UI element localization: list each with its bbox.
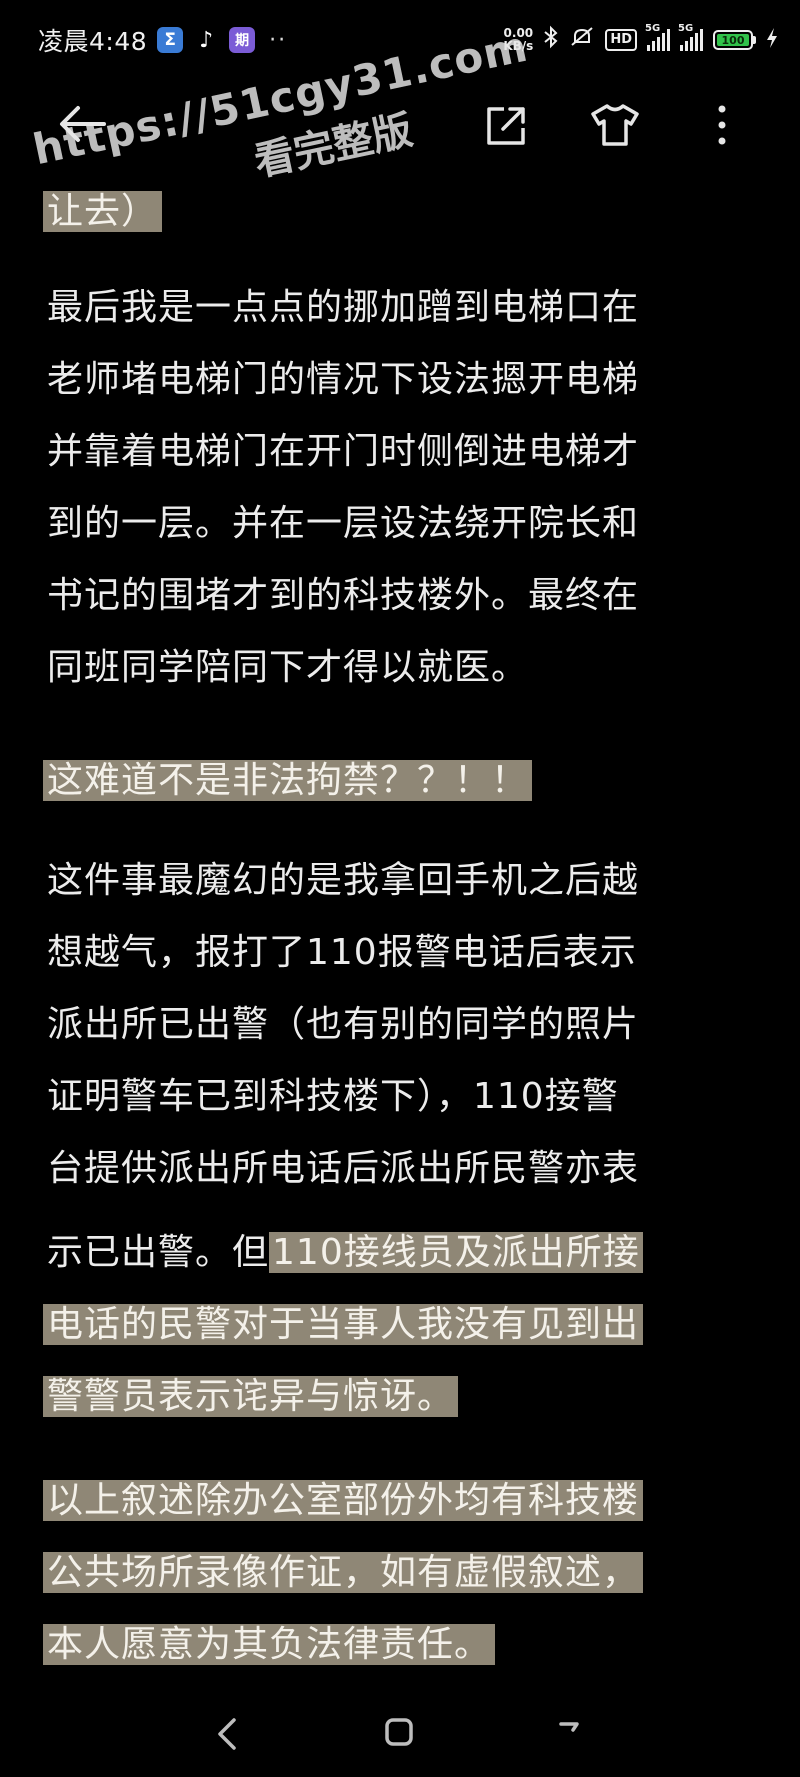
article-line: 并靠着电梯门在开门时侧倒进电梯才 <box>47 431 640 472</box>
article-line: 示已出警。但110接线员及派出所接 <box>47 1225 643 1281</box>
charging-icon <box>766 27 778 54</box>
article-line: 警警员表示诧异与惊讶。 <box>43 1369 459 1425</box>
nav-home-icon[interactable] <box>384 1716 414 1750</box>
plain-text: 示已出警。但 <box>47 1232 270 1273</box>
highlighted-text: 电话的民警对于当事人我没有见到出 <box>43 1304 644 1345</box>
article-line: 本人愿意为其负法律责任。 <box>43 1617 496 1673</box>
highlighted-text: 让去） <box>43 191 163 232</box>
article-line: 台提供派出所电话后派出所民警亦表 <box>47 1148 640 1189</box>
article-line: 同班同学陪同下才得以就医。 <box>47 647 529 688</box>
battery-icon: 100 <box>713 30 756 50</box>
bluetooth-icon <box>543 25 559 55</box>
tiktok-app-icon: ♪ <box>193 27 220 53</box>
back-arrow-icon[interactable] <box>58 102 108 146</box>
highlighted-text: 这难道不是非法拘禁？？！！ <box>43 760 533 801</box>
highlighted-text: 本人愿意为其负法律责任。 <box>43 1624 496 1665</box>
highlighted-text: 公共场所录像作证，如有虚假叙述， <box>43 1552 644 1593</box>
purple-app-icon: 期 <box>229 27 256 53</box>
article-line: 派出所已出警（也有别的同学的照片 <box>47 1004 640 1045</box>
article-line: 这难道不是非法拘禁？？！！ <box>43 753 533 809</box>
article-line: 以上叙述除办公室部份外均有科技楼 <box>43 1473 644 1529</box>
article-line: 这件事最魔幻的是我拿回手机之后越 <box>47 860 640 901</box>
status-bar: 凌晨4:48 Σ ♪ 期 ·· 0.00 KB/s HD 5G 5G 100 <box>0 0 800 80</box>
more-vertical-icon[interactable] <box>710 102 734 148</box>
signal-2-label: 5G <box>678 23 694 34</box>
signal-strength-icon-1: 5G <box>645 23 670 51</box>
sigma-app-icon: Σ <box>157 27 184 53</box>
article-line: 书记的围堵才到的科技楼外。最终在 <box>47 575 640 616</box>
article-line: 想越气，报打了110报警电话后表示 <box>47 932 637 973</box>
status-time: 凌晨4:48 <box>38 27 148 56</box>
article-line: 电话的民警对于当事人我没有见到出 <box>43 1297 644 1353</box>
app-toolbar <box>0 80 800 170</box>
article-line: 到的一层。并在一层设法绕开院长和 <box>47 503 640 544</box>
article-line: 让去） <box>43 184 163 240</box>
signal-1-label: 5G <box>645 23 661 34</box>
article-line: 公共场所录像作证，如有虚假叙述， <box>43 1545 644 1601</box>
highlighted-text: 警警员表示诧异与惊讶。 <box>43 1376 459 1417</box>
share-icon[interactable] <box>484 104 528 148</box>
hd-voice-badge: HD <box>605 29 637 51</box>
tshirt-icon[interactable] <box>590 102 640 148</box>
silent-mode-icon <box>569 25 595 55</box>
nav-recent-icon[interactable] <box>555 1716 585 1750</box>
battery-level: 100 <box>717 34 749 47</box>
article-line: 证明警车已到科技楼下），110接警 <box>47 1076 619 1117</box>
article-line: 最后我是一点点的挪加蹭到电梯口在 <box>47 287 640 328</box>
more-notifications-icon: ·· <box>269 27 288 53</box>
highlighted-text: 110接线员及派出所接 <box>269 1232 643 1273</box>
signal-strength-icon-2: 5G <box>678 23 703 51</box>
status-indicators: 0.00 KB/s HD 5G 5G 100 <box>503 23 778 55</box>
highlighted-text: 以上叙述除办公室部份外均有科技楼 <box>43 1480 644 1521</box>
nav-back-icon[interactable] <box>212 1714 242 1754</box>
network-speed: 0.00 KB/s <box>503 27 533 53</box>
system-navigation-bar <box>0 1690 800 1777</box>
article-line: 老师堵电梯门的情况下设法摁开电梯 <box>47 359 640 400</box>
network-speed-unit: KB/s <box>503 39 534 53</box>
